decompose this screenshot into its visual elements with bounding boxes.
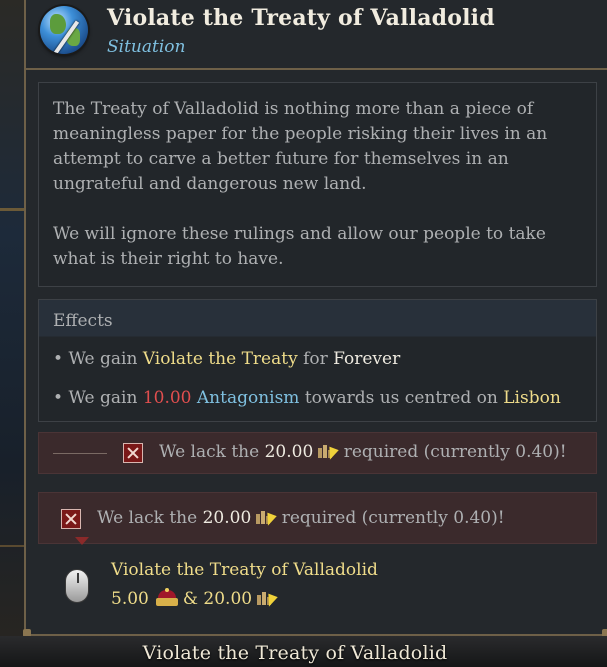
antagonism-amount: 10.00 <box>142 388 192 408</box>
modifier-link[interactable]: Violate the Treaty <box>143 349 298 369</box>
action-prompt[interactable]: Violate the Treaty of Valladolid 5.00 & 2… <box>38 556 597 626</box>
duration-value: Forever <box>333 349 401 369</box>
effect-line: • We gain 10.00 Antagonism towards us ce… <box>53 388 561 408</box>
effect-line: • We gain Violate the Treaty for Forever <box>53 349 400 369</box>
prestige-cost: 5.00 <box>111 589 149 609</box>
description-paragraph: The Treaty of Valladolid is nothing more… <box>53 99 548 194</box>
background-frame-edge <box>0 208 24 211</box>
failed-check-icon <box>123 443 143 463</box>
tooltip-title: Violate the Treaty of Valladolid <box>107 5 495 31</box>
failed-check-icon <box>61 509 81 529</box>
indent-line <box>53 453 107 454</box>
tooltip-header: Violate the Treaty of Valladolid Situati… <box>26 0 607 70</box>
pointer-arrow-icon <box>75 537 89 545</box>
globe-treaty-icon <box>40 6 88 54</box>
bullet: • <box>53 388 64 408</box>
requirement-summary: We lack the 20.00 required (currently 0.… <box>38 492 597 545</box>
requirement-row: We lack the 20.00 required (currently 0.… <box>38 432 597 474</box>
background-map-strip <box>0 0 24 667</box>
action-title: Violate the Treaty of Valladolid <box>111 560 378 580</box>
effect-text: We gain <box>68 349 138 369</box>
antagonism-link[interactable]: Antagonism <box>197 388 300 408</box>
bottom-action-button[interactable]: Violate the Treaty of Valladolid <box>0 642 590 664</box>
requirement-text: We lack the 20.00 required (currently 0.… <box>97 508 505 528</box>
header-divider <box>26 68 607 70</box>
effect-text: towards us centred on <box>304 388 498 408</box>
effect-text: for <box>303 349 328 369</box>
background-frame-edge <box>0 545 24 547</box>
effect-text: We gain <box>68 388 138 408</box>
description-box: The Treaty of Valladolid is nothing more… <box>38 82 597 287</box>
description-paragraph: We will ignore these rulings and allow o… <box>53 224 546 269</box>
effects-heading: Effects <box>53 311 113 331</box>
influence-icon <box>254 508 278 528</box>
influence-icon <box>316 442 340 462</box>
bullet: • <box>53 349 64 369</box>
influence-icon <box>255 589 278 609</box>
influence-cost: 20.00 <box>203 589 253 609</box>
requirement-text: We lack the 20.00 required (currently 0.… <box>159 442 567 462</box>
tooltip-subtitle: Situation <box>107 37 186 57</box>
situation-tooltip: Violate the Treaty of Valladolid Situati… <box>23 0 607 637</box>
crown-icon <box>155 588 179 608</box>
mouse-click-icon <box>65 569 89 603</box>
effects-box: Effects • We gain Violate the Treaty for… <box>38 299 597 422</box>
action-cost: 5.00 & 20.00 <box>111 588 278 609</box>
location-link[interactable]: Lisbon <box>503 388 561 408</box>
